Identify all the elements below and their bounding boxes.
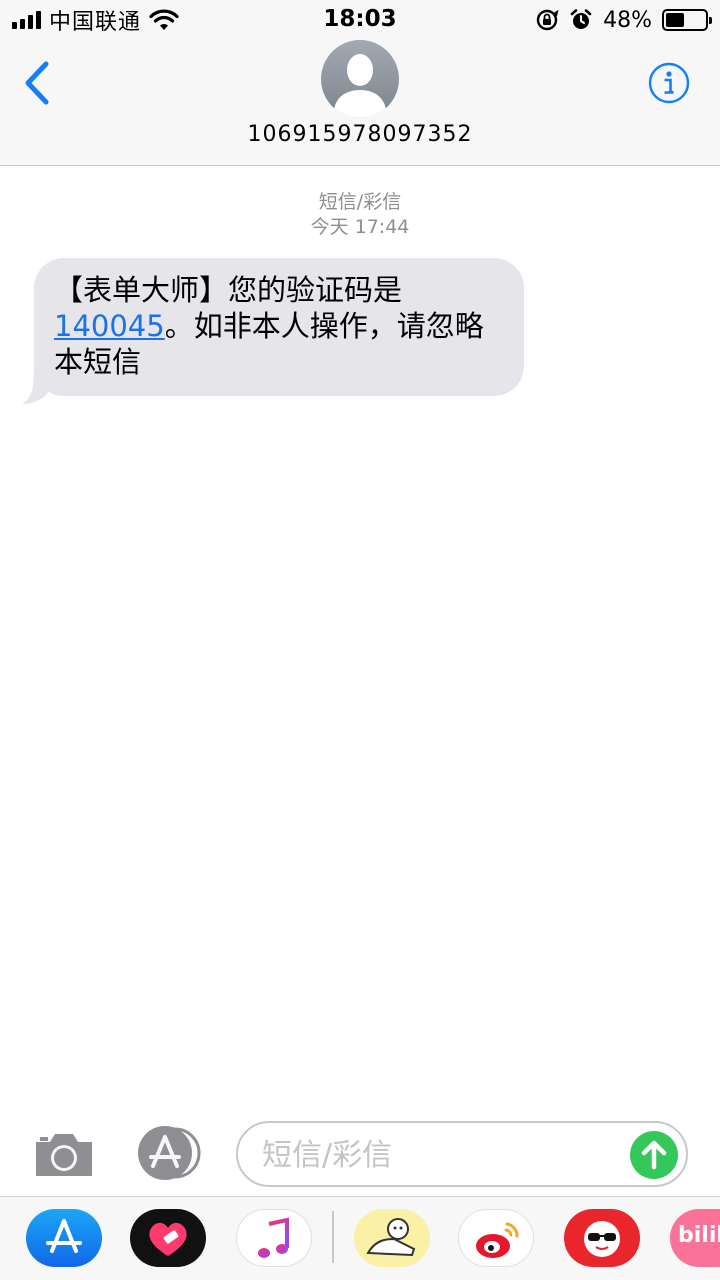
app-store-glyph-icon	[46, 1219, 82, 1253]
arrow-up-icon	[641, 1140, 667, 1170]
sunglasses-face-glyph-icon	[584, 1221, 620, 1257]
heart-glyph-icon	[149, 1222, 187, 1256]
message-text-before: 【表单大师】您的验证码是	[54, 273, 403, 307]
app-store-drawer-icon[interactable]	[135, 1126, 205, 1180]
message-input-box[interactable]	[236, 1121, 688, 1187]
person-silhouette-icon	[333, 54, 387, 118]
sticker-icon[interactable]	[354, 1209, 430, 1267]
heart-app-icon[interactable]	[130, 1209, 206, 1267]
bilibili-label: bilib	[678, 1223, 720, 1248]
music-icon[interactable]	[236, 1209, 312, 1267]
message-timestamp: 今天 17:44	[310, 216, 410, 238]
weibo-icon[interactable]	[458, 1209, 534, 1267]
battery-percent: 48%	[603, 7, 652, 33]
avatar[interactable]	[321, 40, 399, 118]
service-label: 短信/彩信	[318, 191, 402, 213]
weibo-glyph-icon	[476, 1222, 519, 1258]
verification-code-link[interactable]: 140045	[54, 309, 165, 343]
app-drawer: bilib	[0, 1196, 720, 1280]
conversation-header: 106915978097352	[0, 40, 720, 166]
bilibili-icon[interactable]: bilib	[670, 1209, 720, 1267]
sticker-character-glyph-icon	[366, 1218, 416, 1257]
app-store-icon[interactable]	[26, 1209, 102, 1267]
info-icon[interactable]	[648, 62, 690, 104]
drawer-divider	[332, 1211, 334, 1263]
status-bar: 中国联通 18:03 48%	[0, 0, 720, 40]
message-meta: 短信/彩信 今天 17:44	[0, 190, 720, 240]
contact-number[interactable]: 106915978097352	[0, 122, 720, 147]
battery-fill	[666, 13, 685, 27]
alarm-icon	[570, 9, 592, 29]
chevron-left-icon[interactable]	[18, 58, 58, 108]
message-bubble[interactable]: 【表单大师】您的验证码是140045。如非本人操作，请忽略本短信	[34, 258, 524, 396]
send-button[interactable]	[630, 1131, 678, 1179]
red-face-app-icon[interactable]	[564, 1209, 640, 1267]
battery-icon	[662, 9, 712, 31]
status-right: 48%	[535, 6, 712, 34]
rotation-lock-icon	[536, 9, 559, 31]
message-input[interactable]	[262, 1133, 622, 1177]
music-note-glyph-icon	[258, 1217, 289, 1258]
camera-icon[interactable]	[32, 1130, 96, 1178]
